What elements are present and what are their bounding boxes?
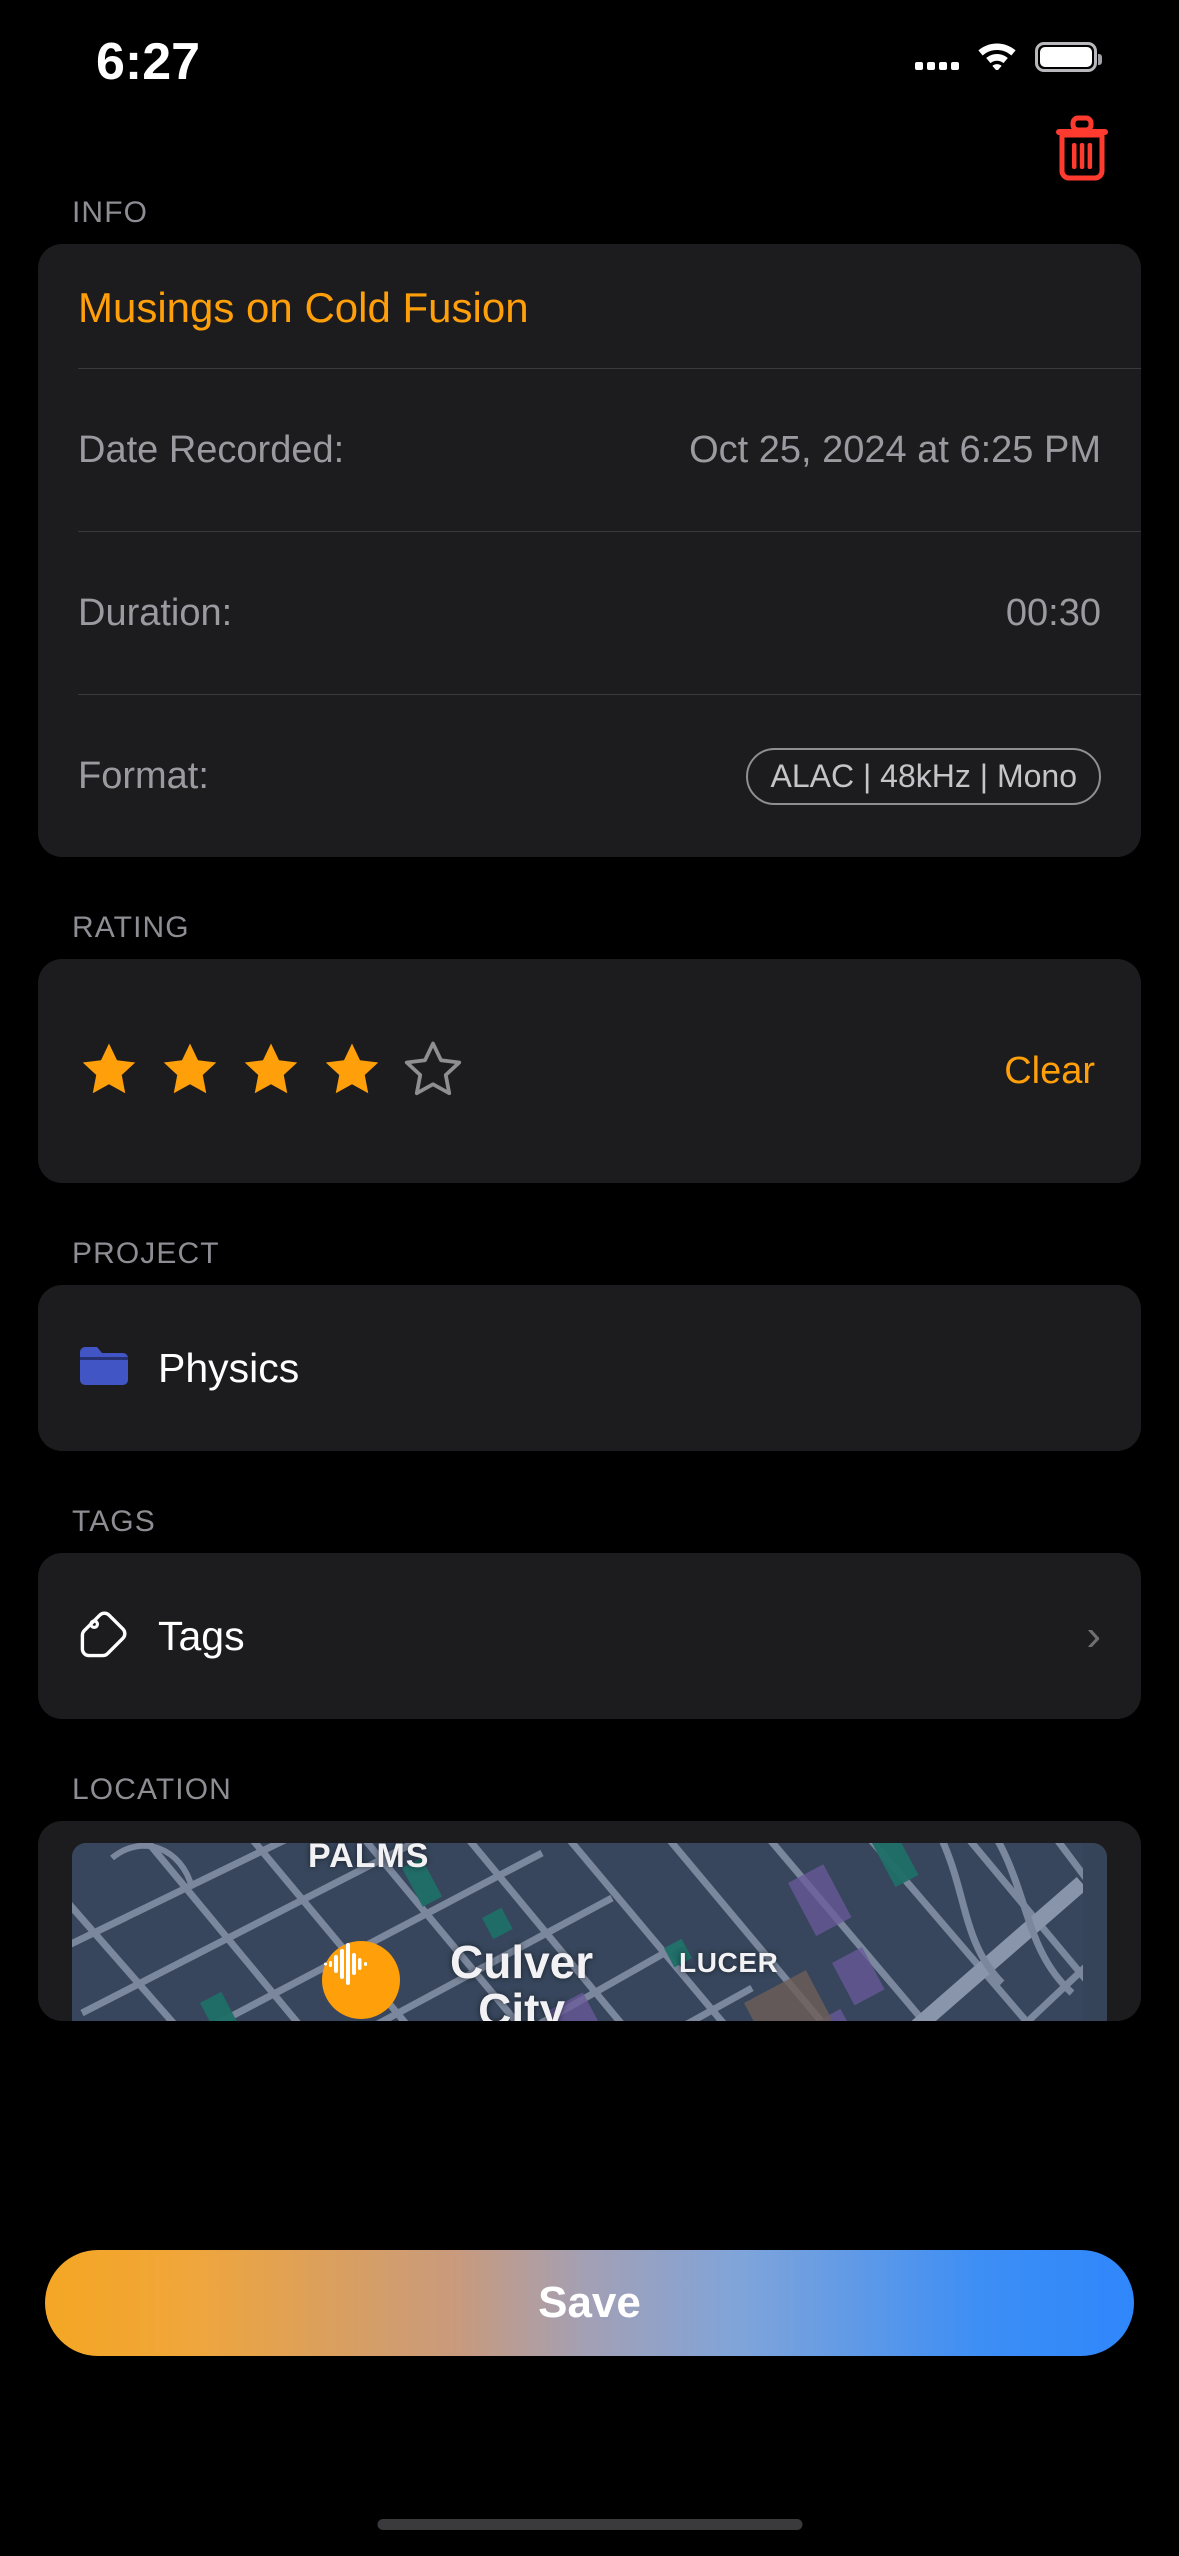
star-4[interactable] <box>321 1039 383 1104</box>
star-1[interactable] <box>78 1039 140 1104</box>
wifi-icon <box>975 38 1019 75</box>
save-button-label: Save <box>538 2278 641 2327</box>
duration-label: Duration: <box>78 591 233 634</box>
info-row-date: Date Recorded: Oct 25, 2024 at 6:25 PM <box>38 369 1141 531</box>
format-label: Format: <box>78 754 209 797</box>
culver-city-label: Culver City <box>450 1936 594 2022</box>
status-bar: 6:27 <box>0 0 1179 120</box>
tag-icon <box>78 1608 130 1665</box>
status-bar-indicators <box>915 38 1102 75</box>
battery-icon <box>1035 41 1102 72</box>
status-bar-time: 6:27 <box>96 33 201 91</box>
clear-rating-button[interactable]: Clear <box>1004 1050 1101 1093</box>
location-card[interactable]: PALMS Culver City LUCER <box>38 1821 1141 2022</box>
project-name: Physics <box>158 1344 300 1391</box>
chevron-right-icon: › <box>1086 1611 1101 1661</box>
cellular-dots-icon <box>915 44 959 70</box>
navigation-bar <box>0 105 1179 195</box>
tags-label: Tags <box>158 1612 245 1659</box>
folder-icon <box>78 1344 130 1393</box>
save-button[interactable]: Save <box>45 2250 1134 2356</box>
star-rating[interactable] <box>78 1039 464 1104</box>
recording-title[interactable]: Musings on Cold Fusion <box>38 244 1141 368</box>
recording-details-screen: 6:27 INFO Musings on Cold Fusion Date Re… <box>0 0 1179 2556</box>
info-card: Musings on Cold Fusion Date Recorded: Oc… <box>38 244 1141 858</box>
content-scroll: INFO Musings on Cold Fusion Date Recorde… <box>0 196 1179 2022</box>
star-5[interactable] <box>402 1039 464 1104</box>
palms-label: PALMS <box>308 1843 430 1876</box>
rating-section-label: RATING <box>72 911 190 945</box>
date-recorded-label: Date Recorded: <box>78 428 345 471</box>
info-row-format: Format: ALAC | 48kHz | Mono <box>38 695 1141 857</box>
location-section-label: LOCATION <box>72 1773 232 1807</box>
trash-icon <box>1052 115 1112 186</box>
format-badge: ALAC | 48kHz | Mono <box>746 747 1101 805</box>
duration-value: 00:30 <box>1005 591 1101 634</box>
date-recorded-value: Oct 25, 2024 at 6:25 PM <box>689 428 1101 471</box>
info-section-label: INFO <box>72 196 149 229</box>
project-section-label: PROJECT <box>72 1237 220 1271</box>
delete-button[interactable] <box>1047 115 1117 185</box>
home-indicator <box>377 2519 802 2530</box>
star-3[interactable] <box>240 1039 302 1104</box>
rating-card: Clear <box>38 959 1141 1184</box>
info-row-duration: Duration: 00:30 <box>38 532 1141 694</box>
audio-waveform-marker-icon[interactable] <box>322 1941 400 2020</box>
tags-section-label: TAGS <box>72 1505 156 1539</box>
lucerne-label: LUCER <box>679 1947 779 1979</box>
star-2[interactable] <box>159 1039 221 1104</box>
project-row[interactable]: Physics <box>38 1285 1141 1452</box>
tags-row[interactable]: Tags › <box>38 1553 1141 1720</box>
map-preview[interactable]: PALMS Culver City LUCER <box>72 1843 1107 2022</box>
